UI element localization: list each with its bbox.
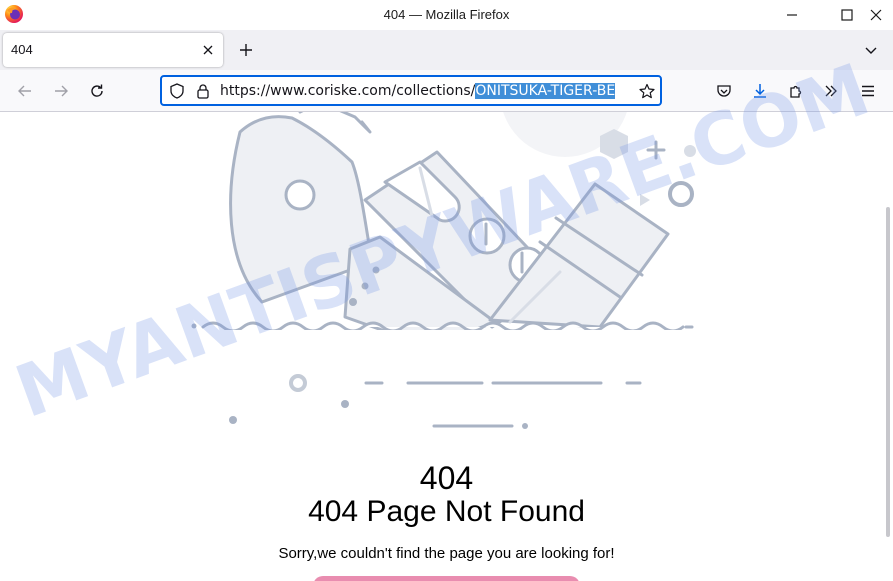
minimize-icon [787,14,797,16]
minimize-button[interactable] [772,0,812,30]
window-title: 404 — Mozilla Firefox [383,7,510,22]
maximize-icon [841,9,853,21]
lock-icon[interactable] [194,82,212,100]
pocket-button[interactable] [711,78,737,104]
puzzle-icon [790,85,802,98]
list-all-tabs-button[interactable] [859,38,883,62]
reload-button[interactable] [84,78,110,104]
url-text[interactable]: https://www.coriske.com/collections/ONIT… [220,83,616,99]
chevron-down-icon [865,47,877,54]
forward-arrow-icon [55,85,68,97]
menu-button[interactable] [855,78,881,104]
bookmark-star-button[interactable] [638,82,656,100]
navigation-bar: https://www.coriske.com/collections/ONIT… [0,70,893,112]
page-content: 404 404 Page Not Found Sorry,we couldn't… [0,112,893,581]
tab-title: 404 [11,42,33,57]
url-bar[interactable]: https://www.coriske.com/collections/ONIT… [160,75,662,106]
close-icon [870,9,882,21]
scrollbar[interactable] [886,207,890,537]
shield-icon[interactable] [168,82,186,100]
error-code: 404 [419,460,474,496]
back-button[interactable] [12,78,38,104]
new-tab-button[interactable] [234,38,258,62]
tab-close-icon [203,45,213,55]
error-message: Sorry,we couldn't find the page you are … [278,545,615,562]
star-icon [639,83,655,99]
more-tools-button[interactable] [818,78,844,104]
title-bar: 404 — Mozilla Firefox [0,0,893,30]
close-button[interactable] [856,0,893,30]
tab-strip: 404 [0,30,893,70]
tab-404[interactable]: 404 [3,33,223,67]
url-plain: https://www.coriske.com/collections/ [220,83,476,99]
home-button[interactable] [313,576,580,581]
extensions-button[interactable] [783,78,809,104]
reload-icon [91,84,103,97]
hamburger-menu-icon [862,85,874,97]
page-heading: 404 Page Not Found [308,495,585,528]
back-arrow-icon [18,85,31,97]
pocket-icon [717,85,731,97]
plus-icon [240,44,252,56]
forward-button[interactable] [48,78,74,104]
url-selected: ONITSUKA-TIGER-BE [475,83,616,99]
tab-close-button[interactable] [199,41,217,59]
sinking-ship-illustration [191,112,696,429]
download-icon [754,84,766,98]
double-chevron-icon [825,85,837,97]
downloads-button[interactable] [747,78,773,104]
